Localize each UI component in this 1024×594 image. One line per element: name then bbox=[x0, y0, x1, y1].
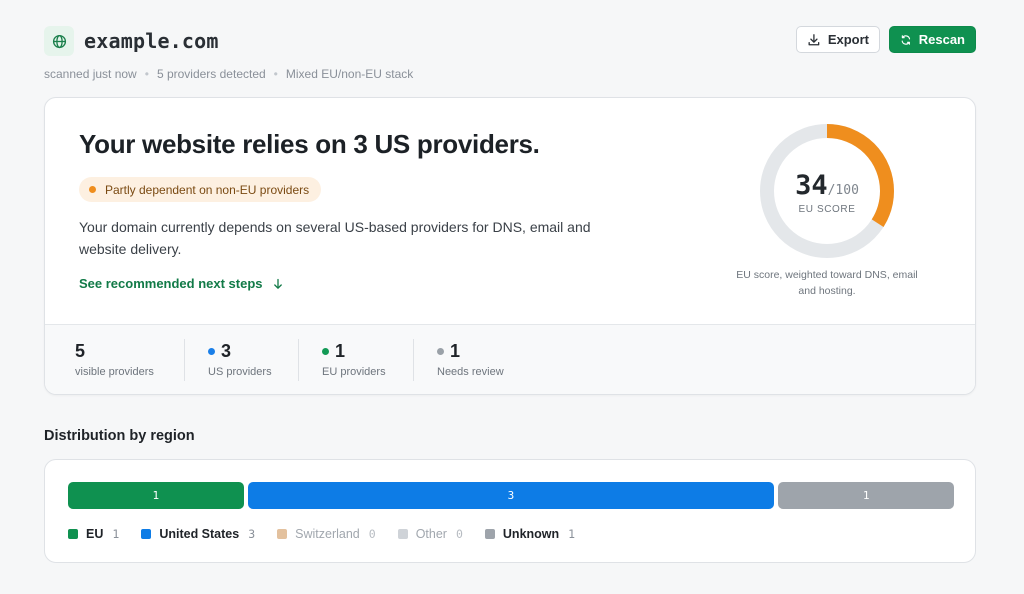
distribution-card: 131 EU 1 United States 3 Switzerland 0 Other 0 U… bbox=[44, 459, 976, 563]
stat-number: 1 bbox=[450, 341, 461, 361]
page-header: example.com scanned just now • 5 provide… bbox=[44, 26, 976, 82]
header-actions: Export Rescan bbox=[796, 26, 976, 53]
legend-item-unknown[interactable]: Unknown 1 bbox=[484, 527, 576, 541]
score-value: 34 bbox=[795, 169, 828, 201]
legend-item-other[interactable]: Other 0 bbox=[397, 527, 463, 541]
stat-value: 3 bbox=[208, 341, 272, 362]
arrow-down-icon bbox=[273, 278, 282, 289]
dependency-badge: Partly dependent on non-EU providers bbox=[79, 177, 322, 202]
region-bar: 131 bbox=[68, 482, 954, 509]
score-line: 34 /100 bbox=[795, 170, 859, 201]
summary-description: Your domain currently depends on several… bbox=[79, 219, 591, 257]
legend-label: Switzerland bbox=[295, 527, 360, 541]
distribution-title: Distribution by region bbox=[44, 428, 195, 444]
legend-count: 0 bbox=[368, 527, 376, 541]
scan-time: scanned just now bbox=[44, 67, 137, 81]
legend-count: 0 bbox=[455, 527, 463, 541]
providers-detected: 5 providers detected bbox=[156, 67, 266, 81]
stat-number: 3 bbox=[221, 341, 232, 361]
stat-number: 5 bbox=[75, 341, 86, 361]
legend-count: 3 bbox=[248, 527, 256, 541]
legend-label: Other bbox=[415, 527, 447, 541]
legend-swatch bbox=[484, 529, 495, 539]
stack-type: Mixed EU/non-EU stack bbox=[285, 67, 414, 81]
region-legend: EU 1 United States 3 Switzerland 0 Other 0 Unkno… bbox=[68, 527, 597, 541]
legend-swatch bbox=[277, 529, 288, 539]
badge-label: Partly dependent on non-EU providers bbox=[105, 182, 310, 197]
legend-item-eu[interactable]: EU 1 bbox=[68, 527, 119, 541]
warning-dot-icon bbox=[89, 186, 96, 193]
stat-value: 1 bbox=[322, 341, 386, 362]
legend-count: 1 bbox=[568, 527, 576, 541]
eu-dot-icon bbox=[322, 348, 329, 355]
scan-meta: scanned just now • 5 providers detected … bbox=[44, 67, 976, 81]
meta-separator: • bbox=[273, 67, 278, 81]
stat-number: 1 bbox=[335, 341, 346, 361]
export-button[interactable]: Export bbox=[796, 26, 880, 53]
stats-row: 5 visible providers 3 US providers 1 EU … bbox=[45, 324, 975, 394]
download-icon bbox=[808, 33, 820, 45]
refresh-icon bbox=[901, 34, 911, 45]
meta-separator: • bbox=[144, 67, 149, 81]
score-label: EU SCORE bbox=[798, 203, 856, 215]
rescan-label: Rescan bbox=[918, 32, 965, 47]
legend-label: EU bbox=[86, 527, 104, 541]
region-segment-united-states[interactable]: 3 bbox=[247, 482, 775, 509]
stat-divider bbox=[413, 339, 414, 381]
stat-eu-providers: 1 EU providers bbox=[322, 341, 386, 378]
stat-label: Needs review bbox=[437, 366, 504, 378]
us-dot-icon bbox=[208, 348, 215, 355]
globe-icon bbox=[44, 26, 74, 56]
stat-value: 5 bbox=[75, 341, 154, 362]
next-steps-label: See recommended next steps bbox=[79, 276, 263, 291]
stat-us-providers: 3 US providers bbox=[208, 341, 272, 378]
legend-count: 1 bbox=[112, 527, 120, 541]
legend-swatch bbox=[68, 529, 78, 539]
legend-item-united-states[interactable]: United States 3 bbox=[141, 527, 255, 541]
review-dot-icon bbox=[437, 348, 444, 355]
stat-divider bbox=[298, 339, 299, 381]
legend-item-switzerland[interactable]: Switzerland 0 bbox=[277, 527, 376, 541]
stat-label: visible providers bbox=[75, 366, 154, 378]
stat-divider bbox=[184, 339, 185, 381]
rescan-button[interactable]: Rescan bbox=[889, 26, 976, 53]
legend-label: Unknown bbox=[502, 527, 560, 541]
gauge-center: 34 /100 EU SCORE bbox=[749, 120, 905, 264]
stat-label: US providers bbox=[208, 366, 272, 378]
region-segment-unknown[interactable]: 1 bbox=[778, 482, 954, 509]
next-steps-link[interactable]: See recommended next steps bbox=[79, 276, 284, 291]
stat-visible-providers: 5 visible providers bbox=[75, 341, 154, 378]
region-segment-eu[interactable]: 1 bbox=[68, 482, 244, 509]
gauge-caption: EU score, weighted toward DNS, email and… bbox=[736, 269, 918, 297]
stat-label: EU providers bbox=[322, 366, 386, 378]
summary-card: Your website relies on 3 US providers. P… bbox=[44, 97, 976, 395]
legend-swatch bbox=[141, 529, 152, 539]
export-label: Export bbox=[827, 32, 869, 47]
summary-top: Your website relies on 3 US providers. P… bbox=[45, 98, 975, 324]
domain-title: example.com bbox=[84, 29, 219, 53]
legend-swatch bbox=[397, 529, 408, 539]
summary-headline: Your website relies on 3 US providers. bbox=[79, 129, 540, 159]
legend-label: United States bbox=[159, 527, 240, 541]
eu-score-gauge: 34 /100 EU SCORE bbox=[749, 120, 905, 264]
stat-needs-review: 1 Needs review bbox=[437, 341, 504, 378]
stat-value: 1 bbox=[437, 341, 504, 362]
score-max: /100 bbox=[827, 182, 859, 198]
